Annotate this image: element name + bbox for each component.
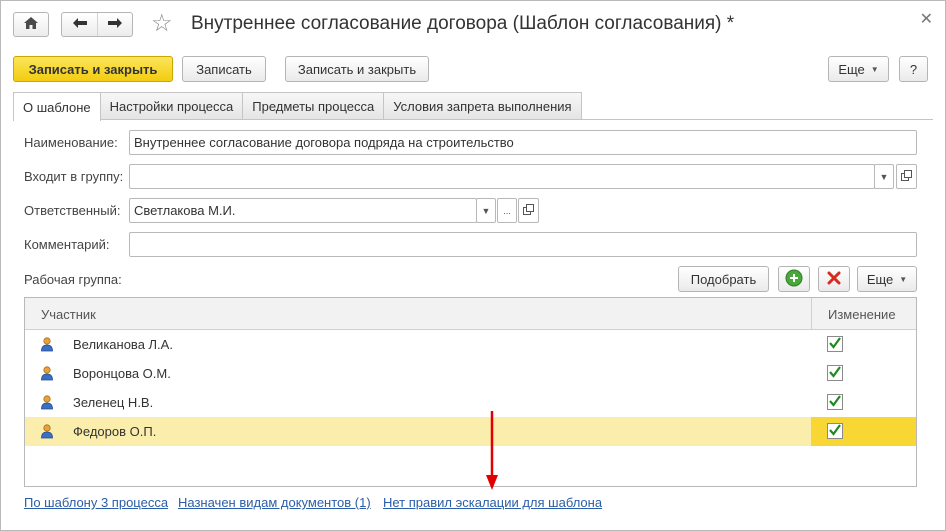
workgroup-more-button[interactable]: Еще ▼ [857,266,917,292]
change-checkbox[interactable] [827,365,843,381]
help-button[interactable]: ? [899,56,928,82]
user-icon [40,336,54,352]
checkmark-icon [828,365,842,382]
add-button[interactable] [778,266,810,292]
checkmark-icon [828,423,842,440]
comment-label: Комментарий: [24,237,110,252]
home-button[interactable] [13,12,49,37]
add-icon [785,269,803,290]
ellipsis-icon: ... [503,205,511,216]
more-label: Еще [838,61,865,77]
column-header-change[interactable]: Изменение [828,307,896,322]
delete-icon [827,271,841,288]
group-field[interactable] [129,164,875,189]
workgroup-table[interactable]: Участник Изменение Великанова Л.А. Ворон… [24,297,917,487]
home-icon [23,16,39,33]
participant-name: Зеленец Н.В. [73,395,154,410]
tab-process-subjects[interactable]: Предметы процесса [242,92,385,120]
responsible-field[interactable]: Светлакова М.И. [129,198,477,223]
responsible-open-button[interactable] [518,198,539,223]
arrow-right-icon [107,17,123,32]
participant-name: Федоров О.П. [73,424,157,439]
column-header-participant[interactable]: Участник [41,307,96,322]
workgroup-label: Рабочая группа: [24,272,122,287]
arrow-left-icon [72,17,88,32]
table-row[interactable]: Воронцова О.М. [25,359,916,388]
user-icon [40,423,54,439]
group-label: Входит в группу: [24,169,124,184]
chevron-down-icon: ▼ [899,274,908,284]
chevron-down-icon: ▼ [879,171,889,182]
delete-button[interactable] [818,266,850,292]
tab-process-settings[interactable]: Настройки процесса [99,92,244,120]
more-label: Еще [866,271,894,287]
participant-name: Великанова Л.А. [73,337,173,352]
pick-button[interactable]: Подобрать [678,266,769,292]
link-document-kinds[interactable]: Назначен видам документов (1) [178,495,371,510]
change-cell [811,417,916,446]
tab-prohibition-conditions[interactable]: Условия запрета выполнения [383,92,582,120]
annotation-arrow [485,411,499,491]
responsible-dropdown-button[interactable]: ▼ [476,198,496,223]
responsible-select-button[interactable]: ... [497,198,517,223]
table-row[interactable]: Великанова Л.А. [25,330,916,359]
back-button[interactable] [62,13,97,36]
link-template-processes[interactable]: По шаблону 3 процесса [24,495,168,510]
write-and-close-button[interactable]: Записать и закрыть [285,56,429,82]
checkmark-icon [828,394,842,411]
table-header: Участник Изменение [25,298,916,330]
more-button[interactable]: Еще ▼ [828,56,889,82]
change-checkbox[interactable] [827,336,843,352]
table-row[interactable]: Зеленец Н.В. [25,388,916,417]
write-and-close-primary-button[interactable]: Записать и закрыть [13,56,173,82]
write-button[interactable]: Записать [182,56,266,82]
open-icon [523,204,534,217]
document-window: ☆ Внутреннее согласование договора (Шабл… [0,0,946,531]
checkmark-icon [828,336,842,353]
group-open-button[interactable] [896,164,917,189]
forward-button[interactable] [97,13,132,36]
change-cell [811,359,916,388]
responsible-label: Ответственный: [24,203,121,218]
star-icon[interactable]: ☆ [151,10,173,38]
tab-about-template[interactable]: О шаблоне [13,92,101,121]
tab-panel-border [13,119,933,120]
table-row-selected[interactable]: Федоров О.П. [25,417,916,446]
name-field[interactable]: Внутреннее согласование договора подряда… [129,130,917,155]
change-cell [811,388,916,417]
user-icon [40,365,54,381]
comment-field[interactable] [129,232,917,257]
change-cell [811,330,916,359]
window-title: Внутреннее согласование договора (Шаблон… [191,13,735,34]
participant-name: Воронцова О.М. [73,366,171,381]
name-label: Наименование: [24,135,118,150]
close-icon[interactable]: ✕ [920,9,933,29]
group-dropdown-button[interactable]: ▼ [874,164,894,189]
change-checkbox[interactable] [827,394,843,410]
link-escalation-rules[interactable]: Нет правил эскалации для шаблона [383,495,602,510]
chevron-down-icon: ▼ [870,64,879,74]
back-forward-group [61,12,133,37]
tab-bar: О шаблоне Настройки процесса Предметы пр… [13,92,582,121]
change-checkbox[interactable] [827,423,843,439]
window-header: ☆ Внутреннее согласование договора (Шабл… [1,1,945,51]
user-icon [40,394,54,410]
chevron-down-icon: ▼ [481,205,491,216]
open-icon [901,170,912,183]
column-separator [811,298,812,330]
